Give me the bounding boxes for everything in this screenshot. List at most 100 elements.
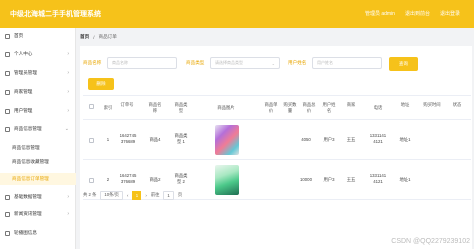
cell-address: 地址1 bbox=[399, 177, 411, 182]
goto-page-value: 1 bbox=[167, 192, 170, 198]
product-type-select[interactable]: 请选择商品类型 ⌄ bbox=[210, 57, 280, 69]
sidebar-item-label: 轮播图信息 bbox=[14, 230, 37, 235]
goto-suffix: 页 bbox=[177, 192, 183, 197]
product-name-placeholder: 商品名称 bbox=[112, 60, 128, 65]
chevron-down-icon: ⌄ bbox=[271, 60, 275, 66]
col-status: 状态 bbox=[452, 102, 462, 107]
goto-page-input[interactable]: 1 bbox=[163, 190, 174, 200]
col-address: 地址 bbox=[400, 102, 410, 107]
col-type: 商品类型 bbox=[174, 102, 188, 113]
sidebar-item-products[interactable]: 商品信息管理 ⌄ bbox=[0, 123, 76, 135]
page-size-value: 10条/页 bbox=[104, 192, 119, 197]
sidebar-subitem-product-info[interactable]: 商品信息管理 bbox=[0, 142, 76, 154]
chevron-right-icon: › bbox=[67, 108, 69, 114]
row-checkbox[interactable] bbox=[89, 178, 94, 183]
delete-button[interactable]: 删除 bbox=[88, 78, 114, 90]
sidebar-item-label: 商品信息收藏管理 bbox=[12, 159, 49, 164]
chevron-right-icon: › bbox=[67, 211, 69, 217]
breadcrumb-separator: / bbox=[93, 34, 95, 40]
col-qty: 购买数量 bbox=[283, 102, 297, 113]
sidebar-subitem-product-favorites[interactable]: 商品信息收藏管理 bbox=[0, 156, 76, 168]
sidebar-item-label: 管理员管理 bbox=[14, 70, 37, 75]
user-name-placeholder: 用户姓名 bbox=[317, 60, 333, 65]
sidebar-item-profile[interactable]: 个人中心 › bbox=[0, 48, 76, 60]
top-header: 中级北海城二手手机管理系统 管理员 admin 退出到前台 退出登录 bbox=[0, 0, 474, 28]
product-name-input[interactable]: 商品名称 bbox=[107, 57, 177, 69]
chevron-down-icon: ⌄ bbox=[64, 126, 69, 132]
filter-label-name: 商品名称 bbox=[83, 60, 102, 65]
sidebar-item-home[interactable]: 首页 bbox=[0, 30, 76, 42]
cell-order-no: 1642745 376689 bbox=[119, 173, 137, 184]
cell-name: 商品2 bbox=[149, 177, 161, 182]
sidebar-item-users[interactable]: 用户管理 › bbox=[0, 105, 76, 117]
page-size-select[interactable]: 10条/页 bbox=[100, 190, 123, 200]
sidebar-item-label: 商品信息订单管理 bbox=[12, 176, 49, 181]
admin-user-link[interactable]: 管理员 admin bbox=[365, 10, 395, 17]
sidebar-item-label: 个人中心 bbox=[14, 51, 33, 56]
filter-label-type: 商品类型 bbox=[186, 60, 205, 65]
col-name: 商品名称 bbox=[148, 102, 162, 113]
prev-page-button[interactable]: ‹ bbox=[127, 193, 128, 198]
col-shop: 商家 bbox=[346, 102, 356, 107]
chevron-right-icon: › bbox=[67, 194, 69, 200]
delete-button-label: 删除 bbox=[96, 81, 106, 86]
next-page-button[interactable]: › bbox=[145, 193, 146, 198]
user-icon bbox=[5, 51, 10, 57]
row-checkbox[interactable] bbox=[89, 138, 94, 143]
cell-total: 10000 bbox=[300, 177, 312, 182]
product-type-placeholder: 请选择商品类型 bbox=[215, 60, 243, 65]
table-row[interactable]: 1 1642745 376689 商品4 商品类型 1 4050 用户3 王五 … bbox=[83, 120, 471, 160]
main-panel: 商品名称 商品名称 商品类型 请选择商品类型 ⌄ 用户姓名 用户姓名 查询 删除… bbox=[80, 46, 472, 249]
sidebar-item-news[interactable]: 新闻资讯管理 › bbox=[0, 208, 76, 220]
sidebar-item-label: 商品信息管理 bbox=[12, 145, 40, 150]
home-icon bbox=[5, 33, 10, 39]
sidebar-item-label: 用户管理 bbox=[14, 108, 33, 113]
pagination: 共 2 条 10条/页 ‹ 1 › 前往 1 页 bbox=[83, 189, 383, 201]
col-user: 用户姓名 bbox=[322, 102, 336, 113]
sidebar: 首页 个人中心 › 管理员管理 › 商家管理 › 用户管理 › 商品信息管理 ⌄… bbox=[0, 28, 76, 249]
header-links: 管理员 admin 退出到前台 退出登录 bbox=[365, 10, 460, 17]
search-button[interactable]: 查询 bbox=[389, 57, 418, 71]
col-time: 购买时间 bbox=[423, 102, 441, 107]
col-index: 索引 bbox=[103, 105, 113, 110]
breadcrumb-home[interactable]: 首页 bbox=[80, 34, 89, 40]
sidebar-item-merchants[interactable]: 商家管理 › bbox=[0, 86, 76, 98]
cell-order-no: 1642745 376689 bbox=[119, 133, 137, 144]
cell-user: 用户3 bbox=[323, 137, 335, 142]
watermark: CSDN @QQ2279239102 bbox=[391, 238, 470, 245]
sidebar-item-admins[interactable]: 管理员管理 › bbox=[0, 67, 76, 79]
cell-name: 商品4 bbox=[149, 137, 161, 142]
breadcrumb-current: 商品订单 bbox=[98, 34, 117, 39]
cell-shop: 王五 bbox=[346, 177, 356, 182]
cell-index: 1 bbox=[106, 137, 110, 142]
cell-type: 商品类型 2 bbox=[174, 173, 188, 184]
chevron-right-icon: › bbox=[67, 89, 69, 95]
app-title: 中级北海城二手手机管理系统 bbox=[10, 11, 101, 18]
cell-index: 2 bbox=[106, 177, 110, 182]
image-icon bbox=[5, 230, 10, 236]
search-button-label: 查询 bbox=[398, 61, 409, 66]
news-icon bbox=[5, 211, 10, 217]
sidebar-subitem-product-orders[interactable]: 商品信息订单管理 bbox=[0, 173, 76, 185]
select-all-checkbox[interactable] bbox=[89, 104, 94, 109]
cell-shop: 王五 bbox=[346, 137, 356, 142]
col-price: 商品单价 bbox=[264, 102, 278, 113]
sidebar-item-label: 首页 bbox=[14, 33, 24, 38]
sidebar-item-label: 商品信息管理 bbox=[14, 126, 42, 131]
sidebar-item-base-data[interactable]: 基础数据管理 › bbox=[0, 191, 76, 203]
cell-phone: 1331141 4121 bbox=[369, 133, 387, 144]
col-image: 商品图片 bbox=[217, 105, 235, 110]
col-phone: 电话 bbox=[373, 105, 383, 110]
product-image bbox=[215, 125, 239, 155]
sidebar-item-label: 商家管理 bbox=[14, 89, 33, 94]
user-name-input[interactable]: 用户姓名 bbox=[312, 57, 382, 69]
page-number-button[interactable]: 1 bbox=[132, 190, 142, 200]
goto-frontend-link[interactable]: 退出到前台 bbox=[405, 10, 430, 17]
sidebar-item-label: 基础数据管理 bbox=[14, 194, 42, 199]
table-header: 索引 订单号 商品名称 商品类型 商品图片 商品单价 购买数量 商品总价 用户姓… bbox=[83, 95, 471, 120]
cell-phone: 1331141 4121 bbox=[369, 173, 387, 184]
sidebar-item-carousel[interactable]: 轮播图信息 bbox=[0, 227, 76, 239]
breadcrumb: 首页 / 商品订单 bbox=[80, 31, 470, 43]
logout-link[interactable]: 退出登录 bbox=[440, 10, 460, 17]
product-icon bbox=[5, 126, 10, 132]
